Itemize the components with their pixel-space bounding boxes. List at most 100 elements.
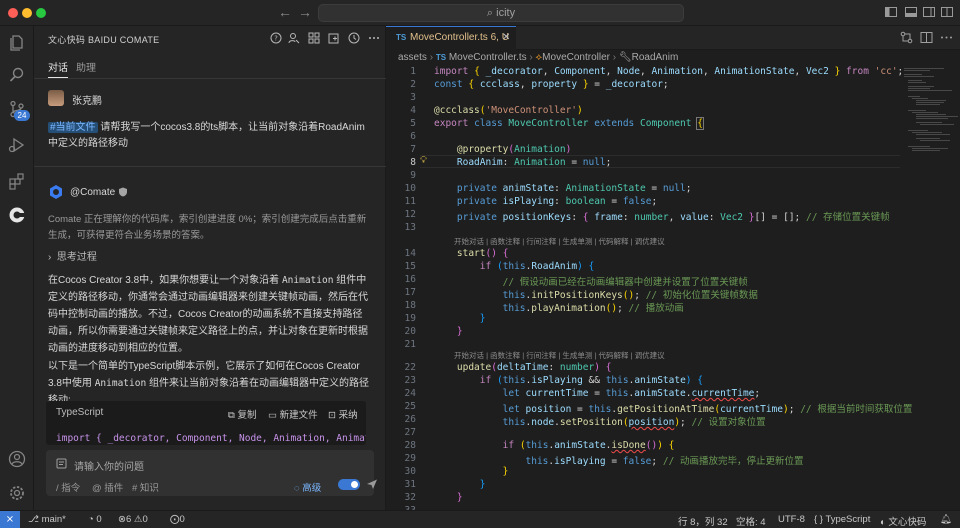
knowledge-hint[interactable]: # 知识 <box>132 480 159 494</box>
apps-icon[interactable] <box>308 32 320 44</box>
plugin-hint[interactable]: @ 插件 <box>92 480 123 494</box>
cursor-position[interactable]: 行 8，列 32 <box>678 514 728 528</box>
minimap[interactable] <box>900 66 960 186</box>
chat-input-box[interactable]: 请输入你的问题 / 指令 @ 插件 # 知识 ◌ 高级 <box>46 450 377 496</box>
code-lens-update[interactable]: 开始对话 | 函数注释 | 行间注释 | 生成单测 | 代码解释 | 调优建议 <box>454 350 665 361</box>
command-hint[interactable]: / 指令 <box>56 480 80 494</box>
status-bar: ⨯ ⎇ main* ◔ 0 ⊗6 ⚠︎0 ⨀0 行 8，列 32 空格: 4 U… <box>0 510 960 528</box>
line-number: 21 <box>404 339 416 350</box>
error-icon: ⊗ <box>118 514 126 525</box>
code-line-31: } <box>479 479 486 490</box>
line-number: 18 <box>404 300 416 311</box>
settings-gear-icon[interactable] <box>8 484 26 502</box>
scm-count-badge: 24 <box>14 110 30 121</box>
bot-name: @Comate <box>70 187 116 198</box>
line-number: 7 <box>410 144 416 155</box>
code-line-23: if (this.isPlaying && this.animState) { <box>479 375 703 386</box>
toggle-sidebar-icon[interactable] <box>884 5 898 19</box>
copy-code-button[interactable]: ⧉ 复制 <box>228 407 256 421</box>
line-number: 1 <box>410 66 416 77</box>
help-icon[interactable]: ? <box>270 32 282 44</box>
notifications-bell-icon[interactable]: 🔔︎ <box>940 514 952 525</box>
index-notice: Comate 正在理解你的代码库，索引创建进度 0%；索引创建完成后点击重新生成… <box>48 214 367 241</box>
thinking-toggle[interactable]: › 思考过程 <box>48 248 97 263</box>
code-line-25: let position = this.getPositionAtTime(cu… <box>502 404 913 415</box>
ports-indicator[interactable]: ⨀0 <box>170 514 185 525</box>
accept-icon: ⊡ <box>328 410 336 421</box>
problems-indicator[interactable]: ⊗6 ⚠︎0 <box>118 514 148 525</box>
code-line-8: RoadAnim: Animation = null; <box>456 157 612 168</box>
new-file-button[interactable]: ▭ 新建文件 <box>268 407 318 421</box>
code-line-4: @ccclass('MoveController') <box>434 105 583 116</box>
customize-layout-icon[interactable] <box>940 5 954 19</box>
toggle-secondary-sidebar-icon[interactable] <box>922 5 936 19</box>
chat-input-placeholder[interactable]: 请输入你的问题 <box>74 458 144 473</box>
extensions-icon[interactable] <box>8 172 26 190</box>
comate-status[interactable]: ◐ 文心快码 <box>880 514 926 528</box>
chevron-right-icon: › <box>48 252 52 263</box>
sync-indicator[interactable]: ◔ 0 <box>88 514 102 525</box>
comate-logo-icon <box>50 185 62 199</box>
minimize-window-button[interactable] <box>22 8 32 18</box>
editor-more-icon[interactable] <box>940 31 953 44</box>
advanced-mode-toggle[interactable] <box>338 479 360 490</box>
code-line-18: this.playAnimation(); // 播放动画 <box>502 303 684 314</box>
history-icon[interactable] <box>348 32 360 44</box>
back-arrow-icon[interactable]: ← <box>278 4 292 20</box>
sync-icon: ◔ <box>88 514 94 525</box>
branch-indicator[interactable]: ⎇ main* <box>28 514 66 525</box>
line-number: 17 <box>404 287 416 298</box>
language-mode[interactable]: { } TypeScript <box>814 514 870 525</box>
line-number: 12 <box>404 209 416 220</box>
encoding[interactable]: UTF-8 <box>778 514 805 525</box>
split-editor-icon[interactable] <box>920 31 933 44</box>
toggle-panel-icon[interactable] <box>904 5 918 19</box>
code-line-7: @property(Animation) <box>456 144 572 155</box>
tab-assistant[interactable]: 助理 <box>76 59 96 74</box>
code-line-11: private isPlaying: boolean = false; <box>456 196 658 207</box>
line-number: 8 <box>410 157 416 168</box>
editor-tab-movecontroller[interactable]: TS MoveController.ts 6, U ✕ <box>386 26 516 50</box>
copy-icon: ⧉ <box>228 410 235 421</box>
more-options-icon[interactable] <box>368 32 380 44</box>
accept-code-button[interactable]: ⊡ 采纳 <box>328 407 358 421</box>
explorer-icon[interactable] <box>8 34 26 52</box>
account-icon[interactable] <box>8 450 26 468</box>
code-editor[interactable]: 💡︎ import { _decorator, Component, Node,… <box>386 66 913 516</box>
lightbulb-icon[interactable]: 💡︎ <box>420 155 430 167</box>
new-chat-icon[interactable] <box>328 32 340 44</box>
person-search-icon[interactable] <box>288 32 300 44</box>
tab-filename: MoveController.ts <box>410 32 488 43</box>
indentation[interactable]: 空格: 4 <box>736 514 766 528</box>
search-icon[interactable] <box>8 66 26 84</box>
comate-icon[interactable] <box>8 206 26 224</box>
line-number: 4 <box>410 105 416 116</box>
advanced-mode-label[interactable]: ◌ 高级 <box>294 480 321 494</box>
close-window-button[interactable] <box>8 8 18 18</box>
code-line-1: import { _decorator, Component, Node, An… <box>434 66 904 77</box>
chevron-right-icon: › <box>529 52 533 63</box>
current-file-tag[interactable]: #当前文件 <box>48 122 98 133</box>
compare-changes-icon[interactable] <box>900 31 913 44</box>
breadcrumb-class[interactable]: MoveController <box>542 52 610 63</box>
forward-arrow-icon[interactable]: → <box>298 4 312 20</box>
user-avatar <box>48 90 64 106</box>
code-line-24: let currentTime = this.animState.current… <box>502 388 761 399</box>
code-line-12: private positionKeys: { frame: number, v… <box>456 212 890 223</box>
line-number: 24 <box>404 388 416 399</box>
code-line-10: private animState: AnimationState = null… <box>456 183 692 194</box>
run-debug-icon[interactable] <box>8 136 26 154</box>
close-tab-icon[interactable]: ✕ <box>502 32 510 43</box>
code-line-16: // 假设动画已经在动画编辑器中创建并设置了位置关键帧 <box>502 277 748 288</box>
line-number: 30 <box>404 466 416 477</box>
breadcrumb-folder[interactable]: assets <box>398 52 427 63</box>
command-center-search[interactable]: ⌕ icity <box>318 4 684 22</box>
send-icon[interactable] <box>366 478 378 490</box>
code-lens-start[interactable]: 开始对话 | 函数注释 | 行间注释 | 生成单测 | 代码解释 | 调优建议 <box>454 236 665 247</box>
tab-chat[interactable]: 对话 <box>48 59 68 78</box>
remote-indicator-icon[interactable]: ⨯ <box>0 511 20 528</box>
breadcrumb-member[interactable]: RoadAnim <box>632 52 679 63</box>
maximize-window-button[interactable] <box>36 8 46 18</box>
breadcrumb-file[interactable]: MoveController.ts <box>449 52 527 63</box>
line-number: 10 <box>404 183 416 194</box>
